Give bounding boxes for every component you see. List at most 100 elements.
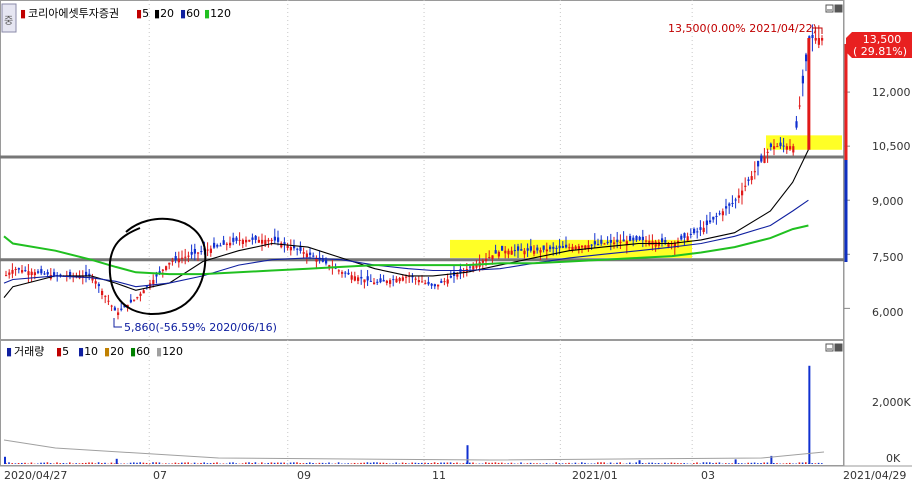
volume-bar: [197, 463, 199, 464]
volume-spike: [734, 459, 737, 464]
volume-bar: [629, 462, 631, 464]
candle-body: [165, 266, 168, 270]
price-tick: 12,000: [872, 86, 911, 99]
volume-bar: [312, 463, 314, 464]
candle-body: [190, 251, 193, 255]
volume-bar: [817, 462, 820, 464]
volume-bar: [123, 463, 125, 464]
volume-bar: [305, 462, 308, 464]
volume-bar: [245, 462, 247, 464]
volume-bar: [507, 463, 509, 464]
candle-body: [161, 269, 164, 271]
volume-bar: [229, 462, 231, 464]
candle-body: [613, 242, 616, 244]
candle-body: [350, 275, 353, 280]
volume-bar: [216, 462, 218, 464]
volume-bar: [494, 462, 497, 464]
volume-bar: [136, 462, 138, 464]
candle-body: [392, 279, 395, 281]
candle-body: [523, 250, 526, 255]
volume-bar: [776, 463, 778, 464]
volume-bar: [232, 462, 234, 464]
stock-chart-window: 12,000 10,500 9,000 7,500 6,000 13,500 (…: [0, 0, 912, 482]
high-annotation: 13,500(0.00% 2021/04/22): [668, 22, 817, 35]
candle-body: [779, 142, 782, 147]
volume-bar: [414, 462, 417, 464]
volume-minimize-icon[interactable]: [825, 343, 834, 352]
chart-canvas: 12,000 10,500 9,000 7,500 6,000 13,500 (…: [0, 0, 912, 482]
minimize-icon[interactable]: [825, 4, 834, 13]
badge-change: ( 29.81%): [853, 45, 907, 58]
volume-bar: [718, 462, 721, 464]
volume-panel-frame: [0, 340, 844, 466]
volume-bar: [462, 463, 465, 464]
candle-body: [225, 243, 228, 245]
candle-body: [702, 227, 705, 232]
volume-bar: [129, 462, 132, 464]
volume-bar: [565, 463, 567, 464]
candle-body: [629, 236, 632, 241]
volume-bar: [385, 463, 388, 464]
candle-body: [741, 190, 744, 196]
volume-bar: [299, 463, 301, 464]
volume-bar: [446, 462, 449, 464]
volume-bar: [94, 463, 97, 464]
candle-body: [405, 276, 408, 278]
candle-body: [286, 245, 289, 248]
volume-bar: [8, 462, 10, 464]
candle-body: [574, 246, 577, 250]
candle-body: [430, 283, 433, 286]
candle-body: [533, 250, 536, 254]
candle-body: [27, 271, 30, 276]
volume-bar: [337, 462, 340, 464]
candle-body: [337, 270, 340, 272]
volume-tick: 0K: [886, 452, 901, 465]
volume-bar: [49, 463, 52, 464]
volume-bar: [648, 462, 650, 464]
candle-body: [789, 146, 792, 150]
volume-bar: [760, 463, 762, 464]
candle-body: [302, 252, 305, 254]
volume-bar: [568, 462, 570, 464]
candle-body: [101, 290, 104, 296]
volume-bar: [705, 462, 708, 464]
candle-body: [309, 252, 312, 255]
volume-bar: [11, 463, 13, 464]
candle-body: [693, 228, 696, 234]
volume-bar: [241, 463, 244, 464]
candle-body: [40, 269, 43, 274]
volume-bar: [654, 463, 657, 464]
close-icon[interactable]: [834, 4, 843, 13]
volume-bar: [350, 463, 353, 464]
candle-body: [635, 236, 638, 241]
volume-legend: ▮ 거래량 ▮5 ▮10 ▮20 ▮60 ▮120: [6, 345, 183, 358]
volume-bar: [101, 463, 103, 464]
candle-body: [11, 269, 14, 274]
candle-body: [155, 274, 158, 277]
volume-bar: [321, 462, 324, 464]
candle-body: [632, 237, 635, 241]
volume-bar: [616, 462, 618, 464]
volume-bar: [561, 463, 564, 464]
candle-body: [731, 202, 734, 204]
volume-bar: [635, 462, 637, 464]
candle-body: [395, 278, 398, 283]
volume-bar: [673, 462, 676, 464]
volume-bar: [139, 462, 141, 464]
candle-body: [376, 281, 379, 283]
volume-bar: [171, 463, 173, 464]
volume-bar: [811, 463, 813, 464]
volume-close-icon[interactable]: [834, 343, 843, 352]
candle-body: [219, 245, 222, 247]
volume-bar: [433, 462, 436, 464]
candle-body: [200, 251, 203, 253]
candle-body: [209, 248, 212, 253]
candle-body: [401, 277, 404, 281]
volume-bar: [801, 462, 804, 464]
volume-bar: [677, 463, 679, 464]
volume-bar: [206, 463, 209, 464]
volume-bar: [382, 462, 385, 464]
volume-bar: [17, 463, 20, 464]
candle-body: [456, 274, 459, 277]
candle-body: [785, 146, 788, 150]
